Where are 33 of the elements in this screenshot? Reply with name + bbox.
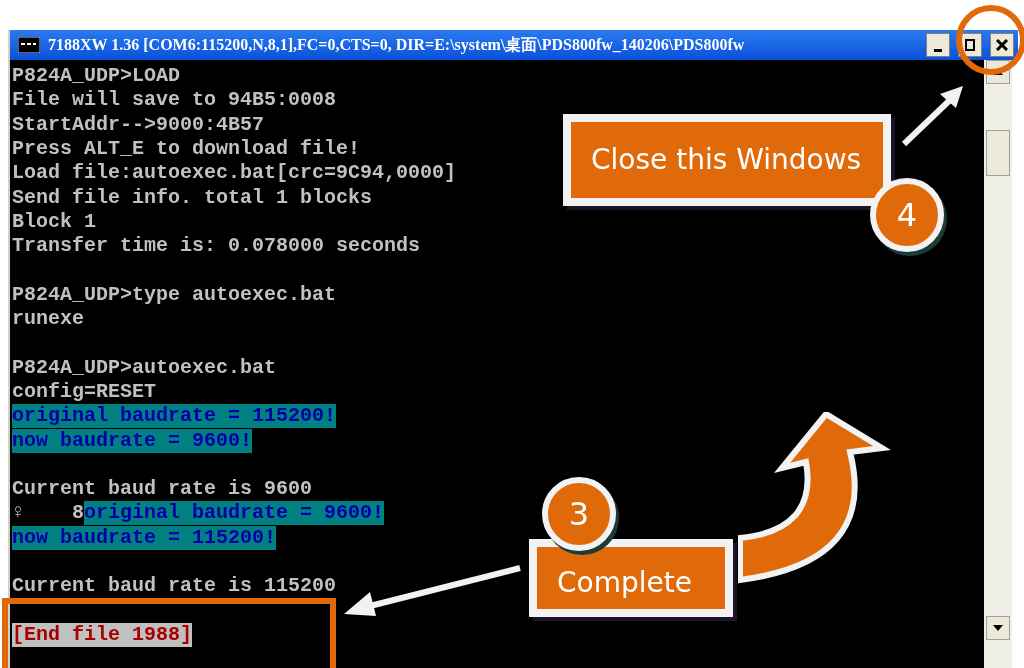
callout-text: Complete: [557, 565, 692, 601]
maximize-icon: [965, 39, 975, 51]
console-text: runexe: [12, 307, 84, 332]
console-text: P824A_UDP>autoexec.bat: [12, 355, 277, 380]
console-text: ♀ 8: [12, 501, 84, 526]
highlighted-console-text: now baudrate = 9600!: [12, 428, 253, 453]
minimize-icon: [934, 49, 942, 52]
console-text: Block 1: [12, 209, 96, 234]
highlighted-console-text: original baudrate = 9600!: [84, 501, 385, 526]
console-text: StartAddr-->9000:4B57: [12, 112, 265, 137]
close-button[interactable]: [990, 33, 1014, 57]
scroll-thumb[interactable]: [986, 130, 1010, 176]
console-text: Current baud rate is 115200: [12, 574, 337, 599]
window-title: 7188XW 1.36 [COM6:115200,N,8,1],FC=0,CTS=0, DIR=E:\system\桌面\PDS800fw_140206\PDS800fw: [48, 35, 746, 56]
scrollbar[interactable]: [984, 60, 1012, 668]
console-text: File will save to 94B5:0008: [12, 88, 337, 113]
console-text: Current baud rate is 9600: [12, 477, 313, 502]
console-text: Transfer time is: 0.078000 seconds: [12, 234, 421, 259]
console-text: Press ALT_E to download file!: [12, 137, 361, 162]
highlighted-console-text: now baudrate = 115200!: [12, 525, 277, 550]
console-text: config=RESET: [12, 380, 157, 404]
console-window-icon: [18, 37, 40, 53]
console-text: Send file info. total 1 blocks: [12, 185, 373, 210]
down-arrow-icon: [993, 625, 1003, 631]
highlighted-console-text: original baudrate = 115200!: [12, 404, 337, 429]
console-text: Load file:autoexec.bat[crc=9C94,0000]: [12, 161, 457, 186]
scroll-down-button[interactable]: [986, 616, 1010, 640]
minimize-button[interactable]: [926, 33, 950, 57]
close-icon: [996, 39, 1008, 51]
console-text: P824A_UDP>LOAD: [12, 64, 181, 89]
console-text: P824A_UDP>type autoexec.bat: [12, 282, 337, 307]
end-marker-text: [End file 1988]: [12, 622, 193, 647]
callout-text: Close this Windows: [591, 142, 862, 178]
